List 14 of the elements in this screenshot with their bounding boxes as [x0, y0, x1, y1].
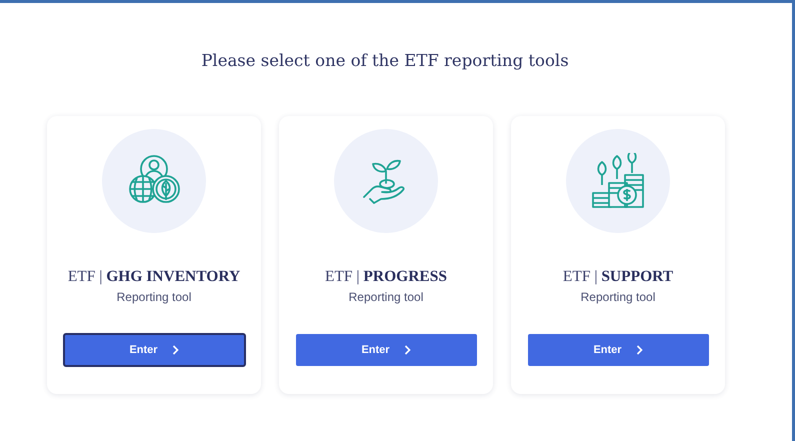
tool-subtitle: Reporting tool: [116, 290, 192, 304]
tool-title: ETF | GHG INVENTORY: [68, 268, 240, 286]
chevron-right-icon: [404, 345, 411, 355]
chevron-right-icon: [636, 345, 643, 355]
enter-button[interactable]: Enter: [296, 334, 476, 366]
page-heading: Please select one of the ETF reporting tools: [200, 50, 570, 70]
chevron-right-icon: [172, 345, 179, 355]
tool-subtitle: Reporting tool: [348, 290, 424, 304]
tool-title: ETF | SUPPORT: [562, 268, 674, 286]
plants-on-coins-icon: [589, 153, 647, 209]
tool-subtitle: Reporting tool: [580, 290, 656, 304]
enter-button[interactable]: Enter: [64, 334, 244, 366]
enter-button[interactable]: Enter: [528, 334, 708, 366]
tool-title: ETF | PROGRESS: [325, 268, 447, 286]
